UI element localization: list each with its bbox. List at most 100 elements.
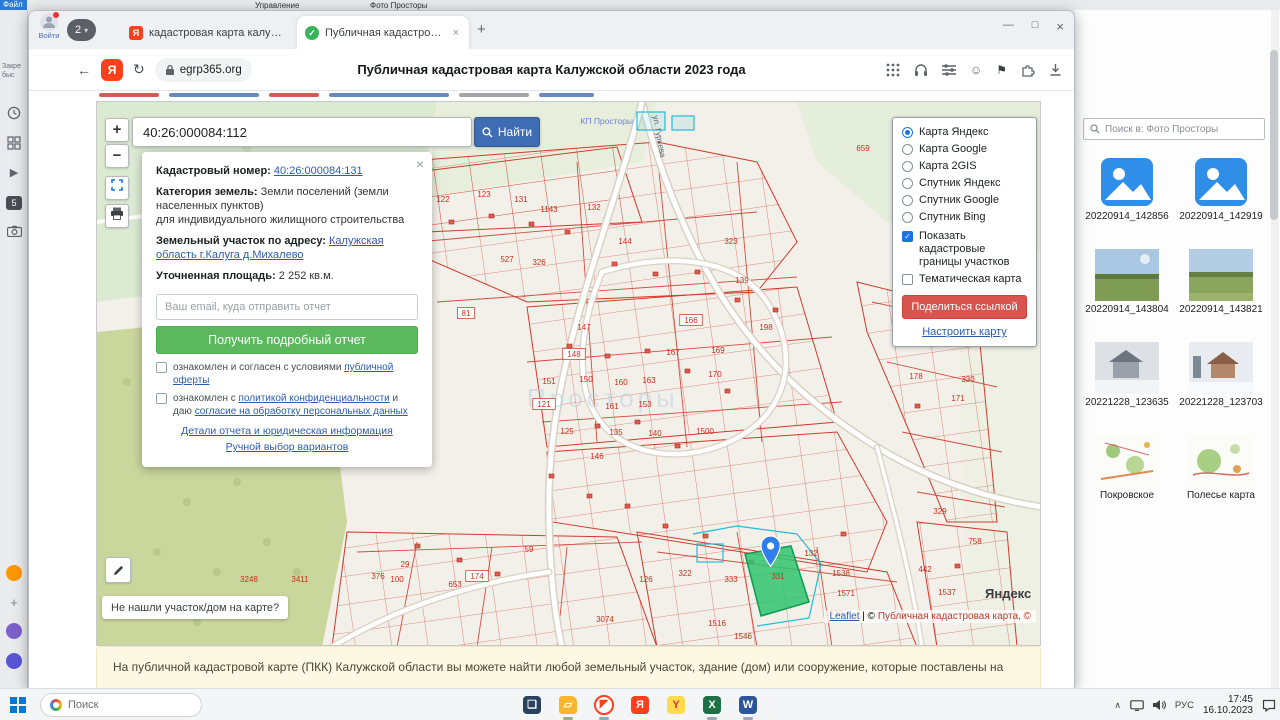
parcel-number[interactable]: 153 [638,400,652,409]
file-item[interactable]: 20220914_143821 [1176,249,1266,316]
layer-option-2[interactable]: Карта 2GIS [902,160,1027,173]
parcel-number[interactable]: 150 [579,375,593,384]
parcel-number[interactable]: 198 [759,323,773,332]
parcel-number[interactable]: 178 [909,372,923,381]
parcel-number[interactable]: 376 [371,572,385,581]
parcel-number[interactable]: 131 [514,195,528,204]
parcel-number[interactable]: 3074 [596,615,614,624]
close-tab-icon[interactable]: × [451,27,461,39]
parcel-number[interactable]: 170 [708,370,722,379]
parcel-number[interactable]: 122 [436,195,450,204]
layer-option-5[interactable]: Спутник Bing [902,211,1027,224]
play-icon[interactable]: ▶ [0,166,28,179]
parcel-number[interactable]: 167 [666,348,680,357]
radio-icon[interactable] [902,178,913,189]
configure-map-link[interactable]: Настроить карту [902,326,1027,338]
panels-icon[interactable] [0,136,28,155]
clock-icon[interactable] [0,106,28,125]
parcel-number[interactable]: 3411 [291,575,309,584]
tableau-grid-icon[interactable] [886,63,900,77]
parcel-number[interactable]: 147 [577,323,591,332]
app-dot-icon[interactable] [6,623,22,639]
bookmark-flag-icon[interactable]: ⚑ [996,63,1007,77]
yandex-icon[interactable]: Я [628,693,652,717]
layer-checkbox-1[interactable]: Тематическая карта [902,273,1027,286]
layer-option-3[interactable]: Спутник Яндекс [902,177,1027,190]
parcel-number[interactable]: 659 [856,144,870,153]
report-details-link[interactable]: Детали отчета и юридическая информация [181,425,393,437]
checkbox-icon[interactable]: ✓ [902,231,913,242]
parcel-number[interactable]: 123 [477,190,491,199]
parcel-number[interactable]: 171 [951,394,965,403]
layer-option-0[interactable]: Карта Яндекс [902,126,1027,139]
parcel-number[interactable]: 163 [642,376,656,385]
parcel-number[interactable]: 1500 [696,427,714,436]
parcel-number[interactable]: 29 [401,560,410,569]
personal-data-link[interactable]: согласие на обработку персональных данны… [195,406,408,417]
privacy-consent-checkbox[interactable]: ознакомлен с политикой конфиденциальност… [156,392,418,418]
scrollbar-thumb[interactable] [1270,50,1278,220]
checkbox-icon[interactable] [156,393,167,404]
profile-avatar[interactable]: Войти [37,13,61,40]
print-button[interactable] [105,204,129,228]
alice-icon[interactable] [6,565,22,581]
draw-button[interactable] [105,557,131,583]
extensions-puzzle-icon[interactable] [1021,63,1035,77]
parcel-number[interactable]: 527 [500,255,514,264]
parcel-number[interactable]: 132 [587,203,601,212]
layer-option-1[interactable]: Карта Google [902,143,1027,156]
parcel-number[interactable]: 139 [735,276,749,285]
parcel-number[interactable]: 322 [678,569,692,578]
parcel-number[interactable]: 329 [933,507,947,516]
get-report-button[interactable]: Получить подробный отчет [156,326,418,354]
yandex-browser-icon[interactable]: ◤ [592,693,616,717]
checkbox-icon[interactable] [156,362,167,373]
parcel-number[interactable]: 1537 [938,588,956,597]
parcel-number[interactable]: 132 [804,549,818,558]
language-indicator[interactable]: РУС [1175,700,1194,711]
file-item[interactable]: 20221228_123703 [1176,342,1266,409]
cadastral-number-link[interactable]: 40:26:000084:131 [274,165,363,177]
maximize-button[interactable]: □ [1032,19,1039,34]
clock[interactable]: 17:45 16.10.2023 [1203,694,1253,716]
file-item[interactable]: 20220914_142856 [1082,156,1172,223]
start-button[interactable] [10,697,26,713]
display-icon[interactable] [1130,700,1144,711]
parcel-number[interactable]: 100 [390,575,404,584]
checkbox-icon[interactable] [902,274,913,285]
privacy-policy-link[interactable]: политикой конфиденциальности [239,393,390,404]
parcel-number[interactable]: 3248 [240,575,258,584]
parcel-number[interactable]: 174 [470,572,484,581]
site-info-chip[interactable]: egrp365.org [155,58,252,82]
scrollbar[interactable] [1271,10,1279,688]
layer-option-4[interactable]: Спутник Google [902,194,1027,207]
explorer-tab-photos[interactable]: Фото Просторы [370,0,427,10]
parcel-number[interactable]: 1538 [832,569,850,578]
file-item[interactable]: 20221228_123635 [1082,342,1172,409]
taskbar-search[interactable]: Поиск [40,693,202,717]
parcel-number[interactable]: 144 [618,237,632,246]
parcel-number[interactable]: 126 [639,575,653,584]
sliders-icon[interactable] [942,64,956,76]
file-item[interactable]: 20220914_143804 [1082,249,1172,316]
parcel-number[interactable]: 135 [609,428,623,437]
parcel-number[interactable]: 758 [968,537,982,546]
parcel-number[interactable]: 148 [567,350,581,359]
parcel-number[interactable]: 121 [537,400,551,409]
radio-icon[interactable] [902,144,913,155]
explorer-file-tab[interactable]: Файл [0,0,27,10]
close-icon[interactable]: × [416,156,424,172]
explorer-search-input[interactable]: Поиск в: Фото Просторы [1083,118,1265,140]
parcel-number[interactable]: 1571 [837,589,855,598]
yandex-button[interactable]: Я [101,59,123,81]
share-link-button[interactable]: Поделиться ссылкой [902,295,1027,319]
smiley-icon[interactable]: ☺ [970,63,982,77]
radio-icon[interactable] [902,212,913,223]
offer-consent-checkbox[interactable]: ознакомлен и согласен с условиями публич… [156,361,418,387]
parcel-number[interactable]: 653 [448,580,462,589]
tab-yandex-search[interactable]: Я кадастровая карта калуж... [121,16,293,49]
cadastral-search-field[interactable]: 40:26:000084:112 [132,117,472,147]
file-item[interactable]: Полесье карта [1176,435,1266,502]
download-icon[interactable] [1049,63,1062,76]
parcel-number[interactable]: 81 [462,309,471,318]
